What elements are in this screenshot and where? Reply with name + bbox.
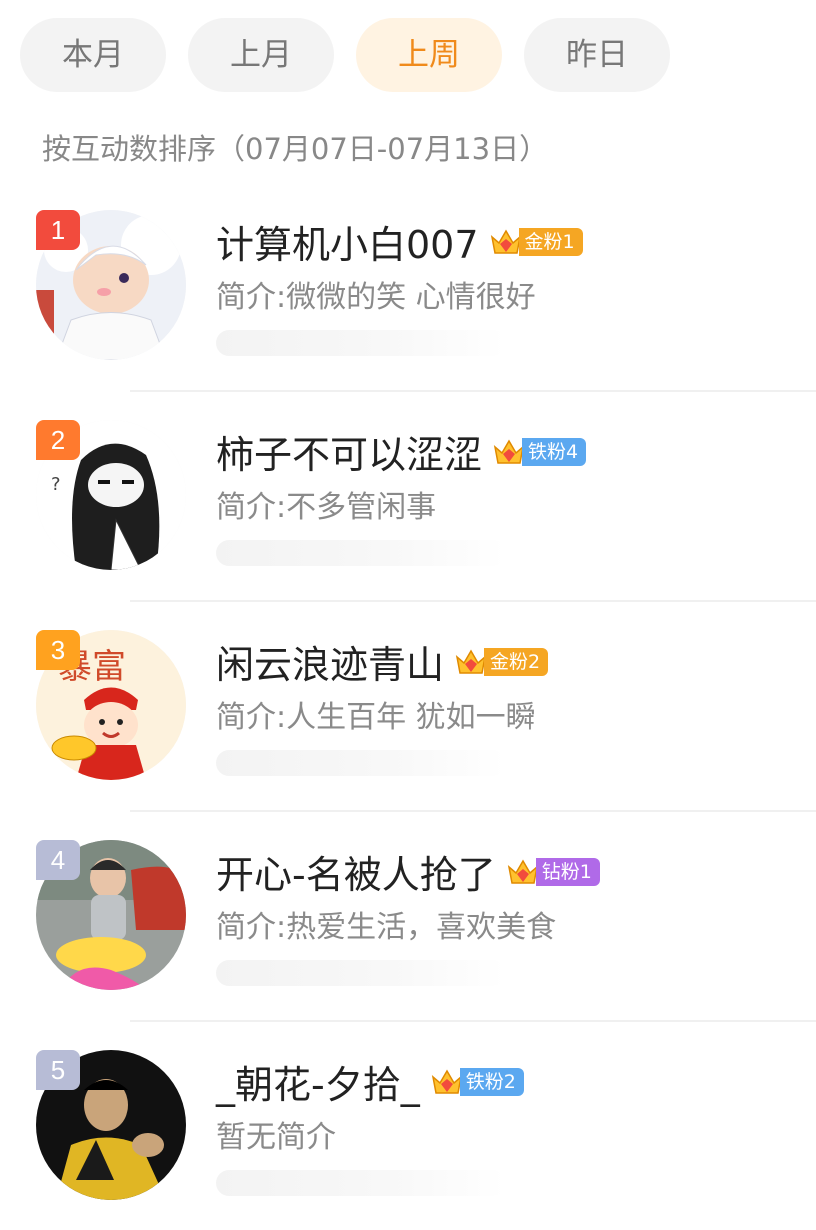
blurred-content (216, 330, 506, 356)
user-name[interactable]: _朝花-夕拾_ (216, 1054, 420, 1109)
user-bio: 简介:热爱生活，喜欢美食 (216, 910, 557, 945)
user-bio: 简介:人生百年 犹如一瞬 (216, 700, 536, 735)
sort-description: 按互动数排序（07月07日-07月13日） (42, 132, 549, 166)
crown-icon (455, 649, 487, 674)
rank-badge: 1 (36, 210, 80, 250)
svg-text:?: ? (51, 474, 61, 495)
rank-badge: 4 (36, 840, 80, 880)
crown-icon (431, 1069, 462, 1094)
crown-icon (507, 859, 538, 884)
fan-level-badge: 金粉1 (489, 225, 583, 259)
blurred-content (216, 1170, 506, 1196)
fan-level-badge: 铁粉4 (492, 435, 587, 469)
list-item[interactable]: 1 计算机小白007 金粉1 简介:微微的笑 心情很好 (0, 180, 816, 390)
user-name[interactable]: 开心-名被人抢了 (216, 844, 496, 899)
fan-level-badge: 金粉2 (454, 645, 549, 679)
user-bio: 暂无简介 (216, 1120, 336, 1155)
user-name[interactable]: 闲云浪迹青山 (216, 634, 444, 689)
fan-level-label: 铁粉4 (522, 437, 587, 466)
list-item[interactable]: 5 _朝花-夕拾_ 铁粉2 暂无简介 (0, 1020, 816, 1230)
fan-level-label: 钻粉1 (535, 857, 600, 886)
list-item[interactable]: 暴富 3 闲云浪迹青山 金粉2 简介:人生百年 犹如一瞬 (0, 600, 816, 810)
fan-level-label: 金粉1 (518, 227, 583, 256)
user-bio: 简介:不多管闲事 (216, 490, 437, 525)
blurred-content (216, 750, 506, 776)
tab-last-week[interactable]: 上周 (356, 18, 502, 92)
fan-level-label: 铁粉2 (459, 1067, 524, 1096)
user-name[interactable]: 柿子不可以涩涩 (216, 424, 482, 479)
rank-badge: 2 (36, 420, 80, 460)
period-tabs: 本月 上月 上周 昨日 (20, 18, 670, 92)
fan-level-badge: 钻粉1 (506, 855, 600, 889)
tab-yesterday[interactable]: 昨日 (524, 18, 670, 92)
crown-icon (493, 439, 525, 464)
tab-last-month[interactable]: 上月 (188, 18, 334, 92)
fan-level-label: 金粉2 (484, 647, 549, 676)
fan-level-badge: 铁粉2 (430, 1065, 524, 1099)
user-name[interactable]: 计算机小白007 (216, 214, 479, 269)
crown-icon (490, 229, 521, 254)
blurred-content (216, 540, 506, 566)
rank-badge: 5 (36, 1050, 80, 1090)
blurred-content (216, 960, 506, 986)
tab-this-month[interactable]: 本月 (20, 18, 166, 92)
rank-badge: 3 (36, 630, 80, 670)
ranking-list: 1 计算机小白007 金粉1 简介:微微的笑 心情很好 ? 2 柿子不可以涩涩 … (0, 180, 816, 1230)
user-bio: 简介:微微的笑 心情很好 (216, 280, 536, 315)
list-item[interactable]: ? 2 柿子不可以涩涩 铁粉4 简介:不多管闲事 (0, 390, 816, 600)
list-item[interactable]: 4 开心-名被人抢了 钻粉1 简介:热爱生活，喜欢美食 (0, 810, 816, 1020)
